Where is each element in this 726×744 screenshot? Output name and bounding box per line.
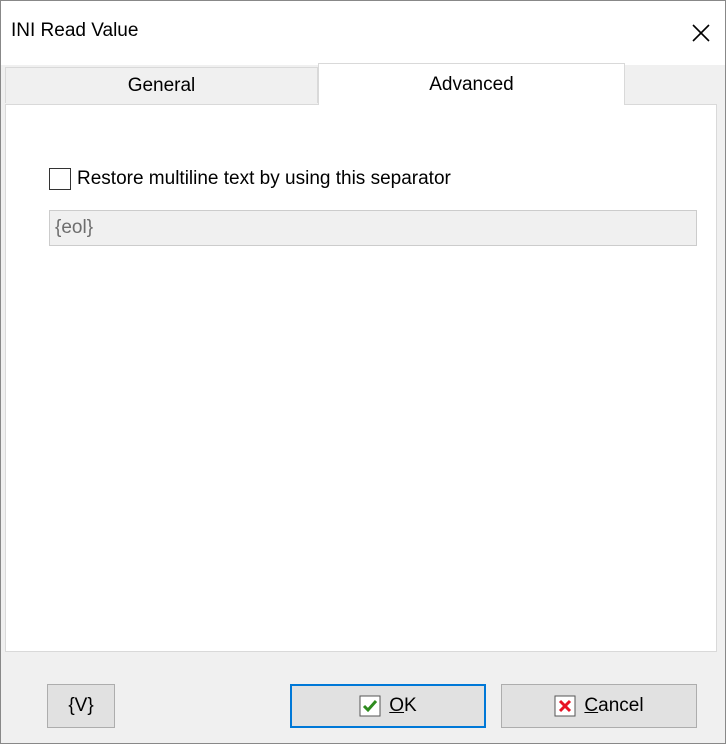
- cancel-button[interactable]: Cancel: [501, 684, 697, 728]
- cancel-label: ancel: [598, 695, 644, 716]
- ok-mnemonic: O: [389, 695, 405, 716]
- ok-label: K: [404, 695, 417, 716]
- checkmark-icon: [359, 695, 381, 717]
- cross-icon: [554, 695, 576, 717]
- close-icon: [692, 24, 710, 42]
- multiline-checkbox-label[interactable]: Restore multiline text by using this sep…: [77, 168, 451, 190]
- multiline-checkbox[interactable]: [49, 168, 71, 190]
- variables-button[interactable]: {V}: [47, 684, 115, 728]
- ok-button[interactable]: OK: [290, 684, 486, 728]
- close-button[interactable]: [677, 9, 725, 57]
- tab-general[interactable]: General: [5, 67, 318, 103]
- tab-advanced[interactable]: Advanced: [318, 63, 625, 105]
- separator-input: {eol}: [49, 210, 697, 246]
- cancel-mnemonic: C: [584, 695, 599, 716]
- title-bar: INI Read Value: [1, 1, 725, 65]
- window-title: INI Read Value: [11, 20, 139, 41]
- dialog-window: INI Read Value General Advanced Restore …: [0, 0, 726, 744]
- multiline-option[interactable]: Restore multiline text by using this sep…: [49, 167, 451, 191]
